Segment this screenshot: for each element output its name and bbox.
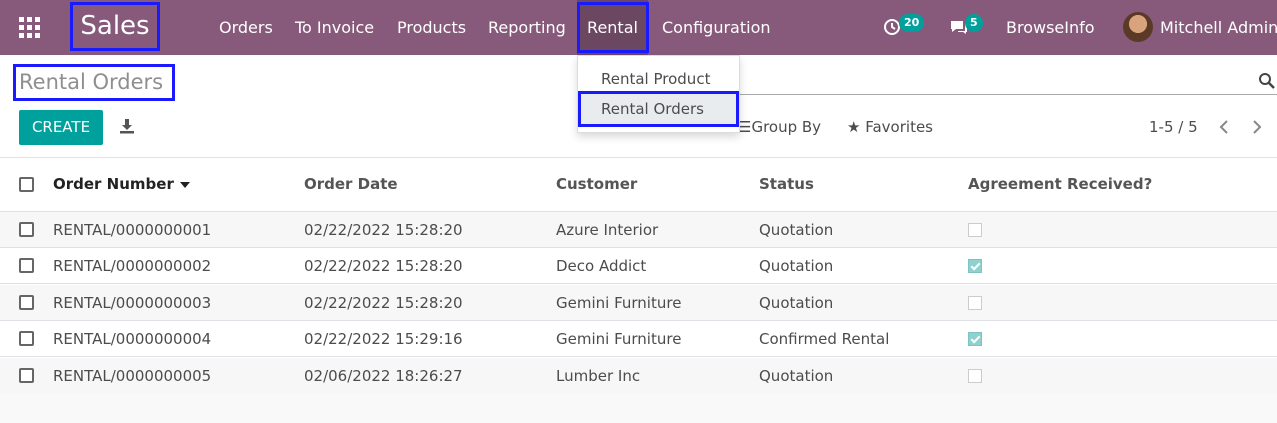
menu-configuration[interactable]: Configuration	[662, 0, 771, 55]
agreement-checkbox	[968, 223, 982, 237]
favorites-button[interactable]: ★ Favorites	[847, 117, 933, 137]
cell-customer: Gemini Furniture	[556, 330, 682, 349]
cell-status: Quotation	[759, 221, 834, 239]
cell-customer: Lumber Inc	[556, 366, 641, 385]
row-checkbox[interactable]	[19, 258, 34, 274]
header-agreement[interactable]: Agreement Received?	[968, 174, 1152, 194]
dropdown-item-rental-orders[interactable]: Rental Orders	[578, 94, 739, 125]
agreement-checkbox	[968, 295, 982, 310]
company-switcher[interactable]: BrowseInfo	[1006, 0, 1095, 55]
cell-order-date: 02/22/2022 15:28:20	[304, 293, 463, 312]
header-order-date[interactable]: Order Date	[304, 174, 398, 194]
create-button[interactable]: CREATE	[19, 110, 103, 145]
chevron-left-icon[interactable]	[1217, 119, 1231, 135]
cell-order-number: RENTAL/0000000005	[53, 366, 212, 385]
sort-desc-icon	[179, 181, 190, 188]
menu-products[interactable]: Products	[397, 0, 466, 55]
cell-status: Confirmed Rental	[759, 330, 890, 349]
table-row[interactable]: RENTAL/0000000004 02/22/2022 15:29:16 Gemi…	[0, 321, 1277, 358]
page-title: Rental Orders	[19, 70, 164, 94]
activity-count-badge: 20	[899, 14, 925, 32]
header-order-number[interactable]: Order Number	[53, 174, 190, 194]
agreement-checkbox	[968, 259, 982, 274]
table-row[interactable]: RENTAL/0000000005 02/06/2022 18:26:27 Lumb…	[0, 357, 1277, 394]
menu-reporting[interactable]: Reporting	[488, 0, 566, 55]
table-row[interactable]: RENTAL/0000000003 02/22/2022 15:28:20 Gemi…	[0, 284, 1277, 321]
select-all-checkbox[interactable]	[19, 177, 34, 192]
table-row[interactable]: RENTAL/0000000001 02/22/2022 15:28:20 Azur…	[0, 212, 1277, 248]
header-order-number-label: Order Number	[53, 175, 174, 193]
chevron-right-icon[interactable]	[1250, 119, 1264, 135]
list-footer	[0, 393, 1277, 423]
row-checkbox[interactable]	[19, 222, 34, 237]
cell-status: Quotation	[759, 257, 834, 276]
dropdown-item-rental-product[interactable]: Rental Product	[578, 64, 739, 95]
cell-order-number: RENTAL/0000000002	[53, 257, 212, 276]
cell-customer: Deco Addict	[556, 257, 647, 276]
group-by-label: Group By	[751, 118, 822, 136]
cell-order-number: RENTAL/0000000004	[53, 330, 212, 349]
cell-order-date: 02/22/2022 15:28:20	[304, 257, 463, 276]
cell-status: Quotation	[759, 366, 834, 385]
cell-order-number: RENTAL/0000000001	[53, 221, 212, 239]
row-checkbox[interactable]	[19, 331, 34, 347]
apps-grid-icon[interactable]	[19, 17, 41, 39]
cell-customer: Gemini Furniture	[556, 293, 682, 312]
cell-order-number: RENTAL/0000000003	[53, 293, 212, 312]
agreement-checkbox	[968, 368, 982, 383]
cell-status: Quotation	[759, 293, 834, 312]
top-navbar: Sales Orders To Invoice Products Reporti…	[0, 0, 1277, 55]
header-customer[interactable]: Customer	[556, 174, 637, 194]
rental-dropdown-menu: Rental Product Rental Orders	[577, 55, 740, 133]
user-avatar[interactable]	[1123, 12, 1153, 42]
cell-order-date: 02/22/2022 15:28:20	[304, 221, 463, 239]
message-count-badge: 5	[965, 14, 983, 32]
group-by-icon: ☰	[738, 118, 752, 136]
pager-value[interactable]: 1-5 / 5	[1149, 117, 1198, 137]
cell-customer: Azure Interior	[556, 221, 659, 239]
download-icon[interactable]	[119, 118, 135, 134]
menu-to-invoice[interactable]: To Invoice	[295, 0, 374, 55]
star-icon: ★	[847, 118, 861, 136]
row-checkbox[interactable]	[19, 367, 34, 383]
cell-order-date: 02/22/2022 15:29:16	[304, 330, 463, 349]
search-input[interactable]	[740, 94, 1277, 95]
agreement-checkbox	[968, 332, 982, 347]
row-checkbox[interactable]	[19, 294, 34, 310]
menu-rental[interactable]: Rental	[577, 0, 648, 55]
app-name[interactable]: Sales	[70, 2, 160, 51]
cell-order-date: 02/06/2022 18:26:27	[304, 366, 463, 385]
menu-orders[interactable]: Orders	[219, 0, 273, 55]
user-menu[interactable]: Mitchell Admin	[1160, 0, 1277, 55]
group-by-button[interactable]: ☰Group By	[738, 117, 821, 137]
control-panel-divider	[0, 157, 1277, 158]
header-status[interactable]: Status	[759, 174, 814, 194]
table-row[interactable]: RENTAL/0000000002 02/22/2022 15:28:20 Deco…	[0, 248, 1277, 285]
favorites-label: Favorites	[865, 118, 933, 136]
search-icon[interactable]	[1258, 72, 1276, 90]
